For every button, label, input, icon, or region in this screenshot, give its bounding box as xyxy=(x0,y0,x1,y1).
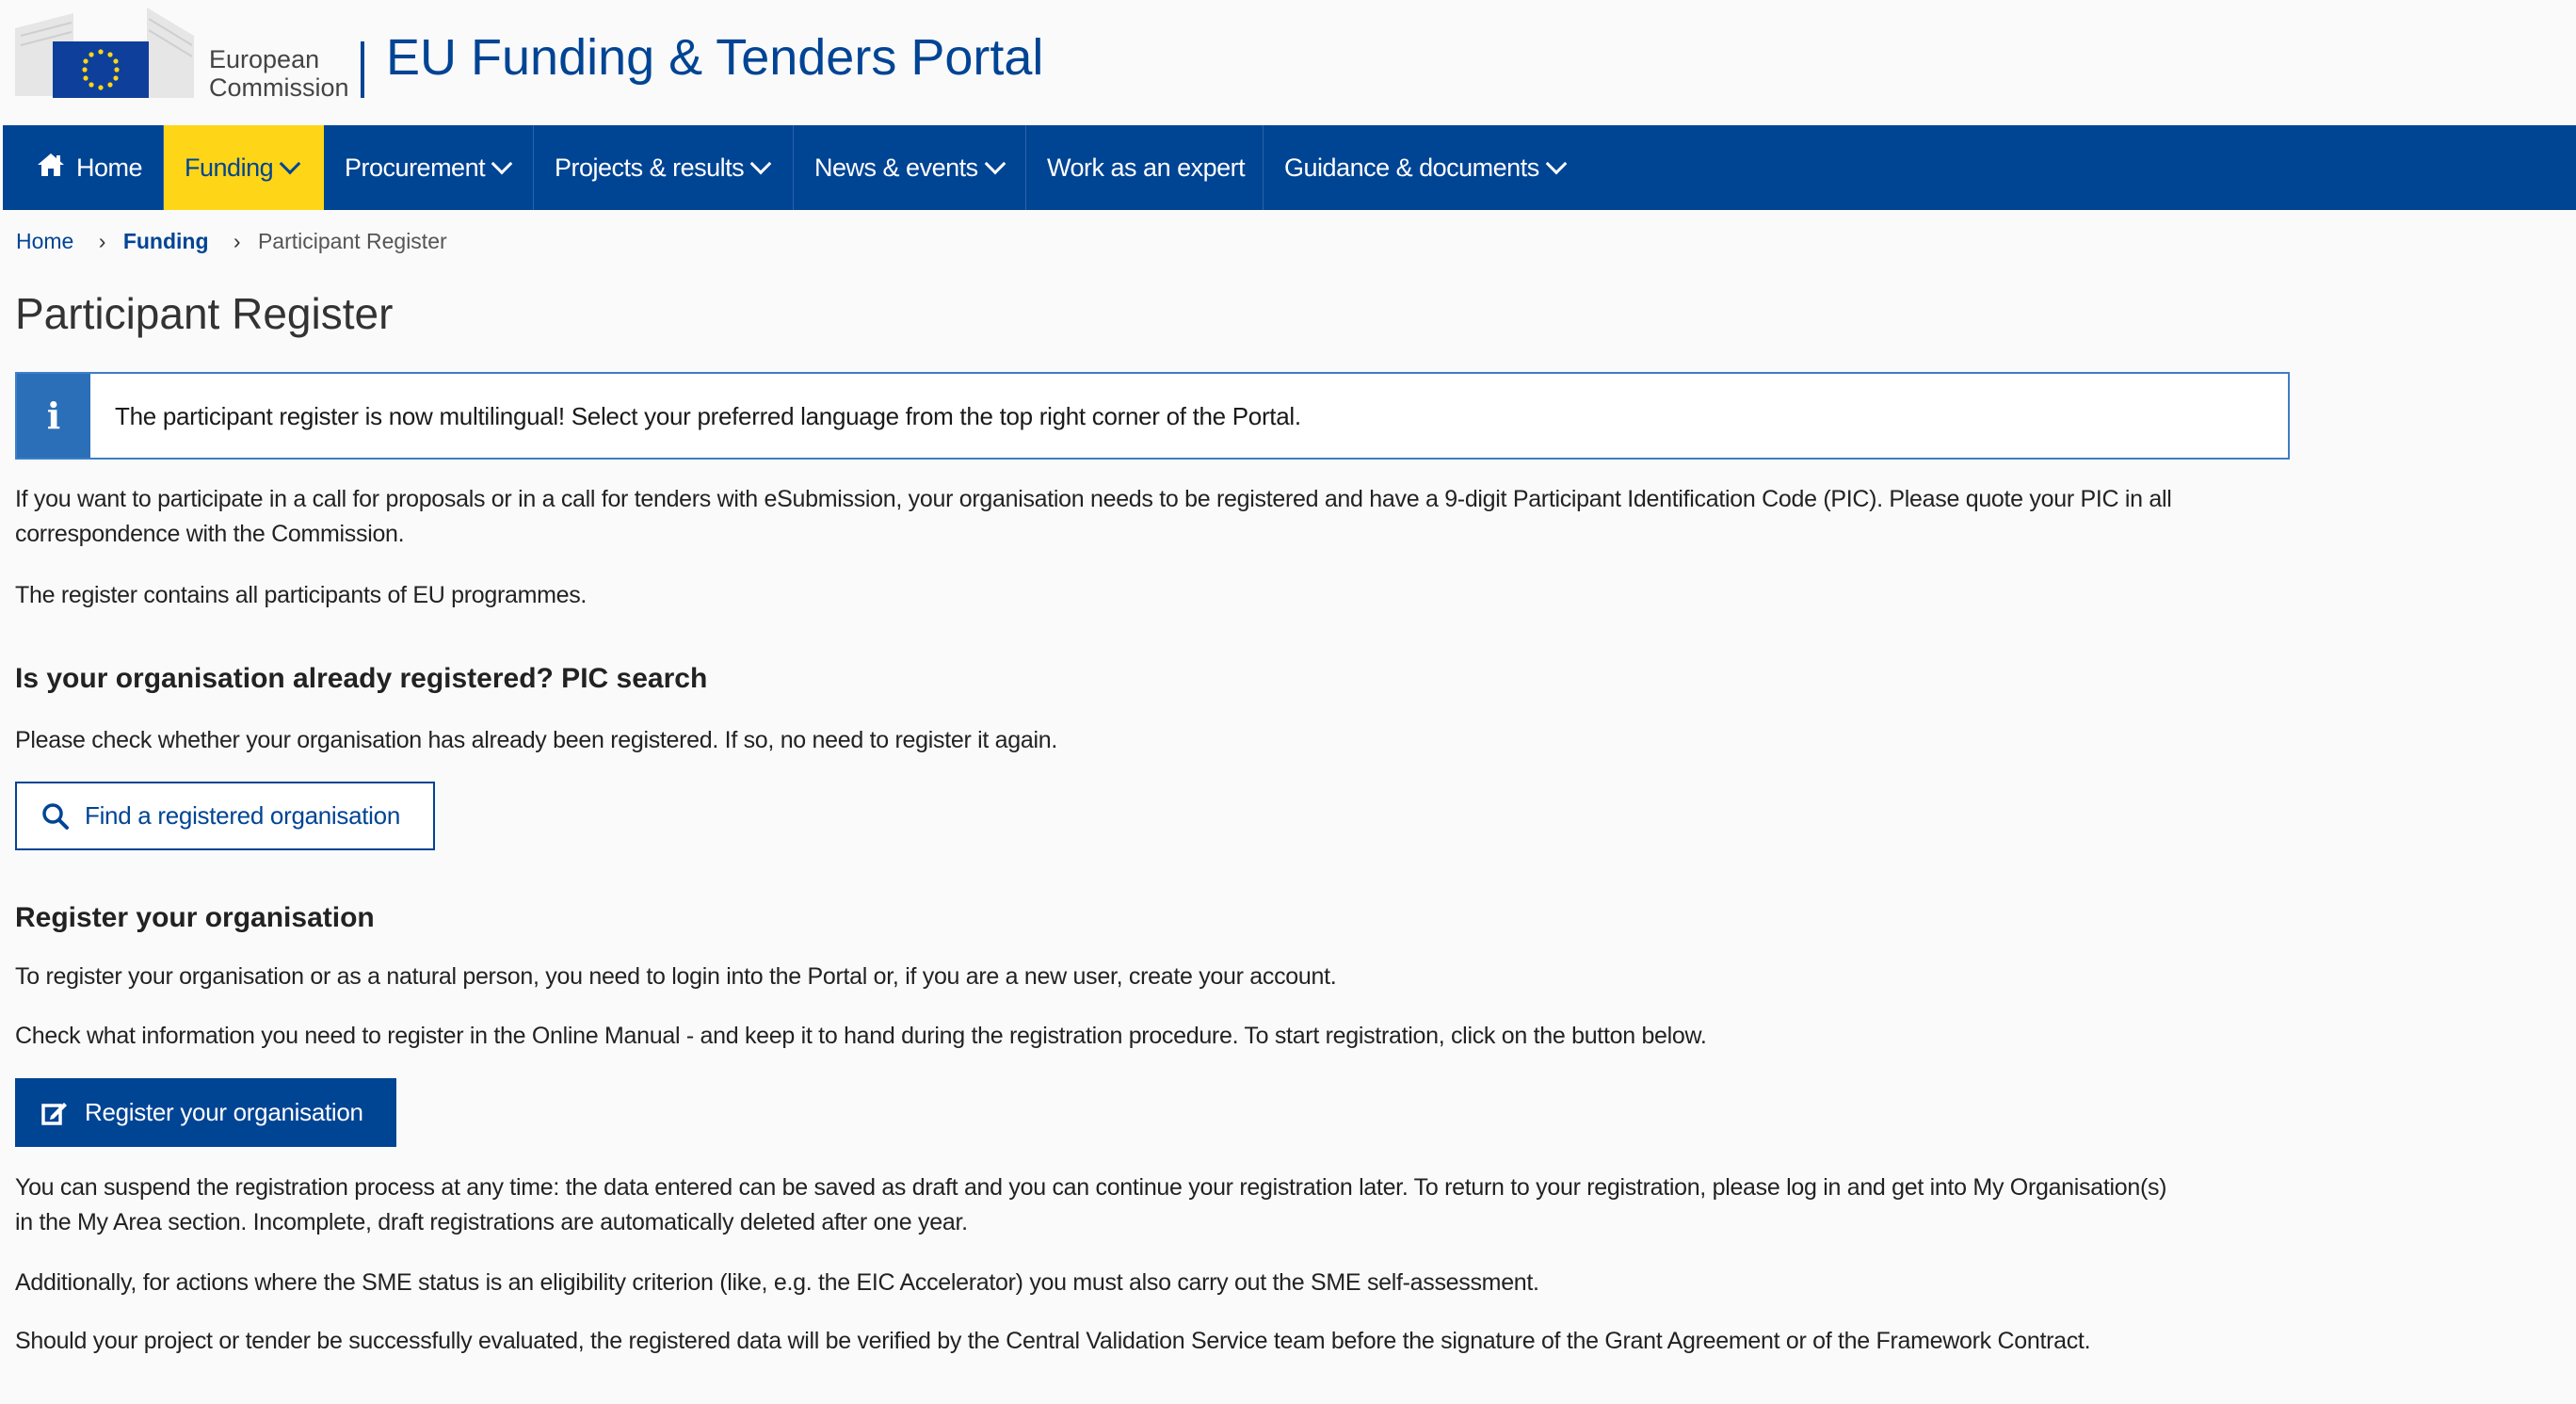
register-organisation-button[interactable]: Register your organisation xyxy=(15,1078,396,1147)
portal-title[interactable]: EU Funding & Tenders Portal xyxy=(386,28,1043,87)
pic-search-text: Please check whether your organisation h… xyxy=(15,727,1057,753)
chevron-down-icon xyxy=(1545,153,1568,175)
register-paragraph-1: To register your organisation or as a na… xyxy=(15,963,1337,990)
breadcrumb: Home › Funding › Participant Register xyxy=(16,229,447,254)
chevron-down-icon xyxy=(279,153,301,175)
home-icon xyxy=(37,153,65,184)
site-header: European Commission EU Funding & Tenders… xyxy=(0,0,2576,125)
eu-flag-logo-icon xyxy=(15,8,194,98)
european-commission-logo[interactable]: European Commission xyxy=(15,8,354,105)
nav-item-home[interactable]: Home xyxy=(3,125,165,210)
breadcrumb-current: Participant Register xyxy=(257,229,447,253)
logo-separator xyxy=(361,41,364,98)
intro-paragraph: If you want to participate in a call for… xyxy=(15,486,2172,547)
breadcrumb-home-link[interactable]: Home xyxy=(16,229,73,253)
chevron-down-icon xyxy=(749,153,772,175)
nav-item-funding[interactable]: Funding xyxy=(164,125,325,210)
suspend-paragraph: You can suspend the registration process… xyxy=(15,1174,2167,1235)
validation-paragraph: Should your project or tender be success… xyxy=(15,1328,2091,1354)
info-message: i The participant register is now multil… xyxy=(15,372,2290,460)
chevron-down-icon xyxy=(984,153,1006,175)
chevron-down-icon xyxy=(491,153,513,175)
breadcrumb-funding-link[interactable]: Funding xyxy=(123,229,209,253)
edit-icon xyxy=(41,1102,67,1125)
main-nav: Home Funding Procurement Projects & resu… xyxy=(3,125,2576,210)
info-icon: i xyxy=(17,374,90,458)
chevron-right-icon: › xyxy=(233,229,241,253)
nav-item-work-as-expert[interactable]: Work as an expert xyxy=(1026,125,1264,210)
find-organisation-button[interactable]: Find a registered organisation xyxy=(15,782,435,850)
page-title: Participant Register xyxy=(15,289,394,338)
info-message-text: The participant register is now multilin… xyxy=(115,402,1301,430)
nav-item-procurement[interactable]: Procurement xyxy=(324,125,535,210)
nav-item-projects-results[interactable]: Projects & results xyxy=(534,125,795,210)
register-heading: Register your organisation xyxy=(15,902,375,933)
register-info-paragraph: The register contains all participants o… xyxy=(15,582,588,608)
nav-item-guidance-documents[interactable]: Guidance & documents xyxy=(1264,125,1585,210)
chevron-right-icon: › xyxy=(98,229,106,253)
sme-paragraph: Additionally, for actions where the SME … xyxy=(15,1269,1539,1296)
register-paragraph-2: Check what information you need to regis… xyxy=(15,1023,1707,1049)
search-icon xyxy=(42,802,69,830)
pic-search-heading: Is your organisation already registered?… xyxy=(15,663,708,694)
nav-item-news-events[interactable]: News & events xyxy=(794,125,1027,210)
logo-text: European Commission xyxy=(209,45,349,102)
